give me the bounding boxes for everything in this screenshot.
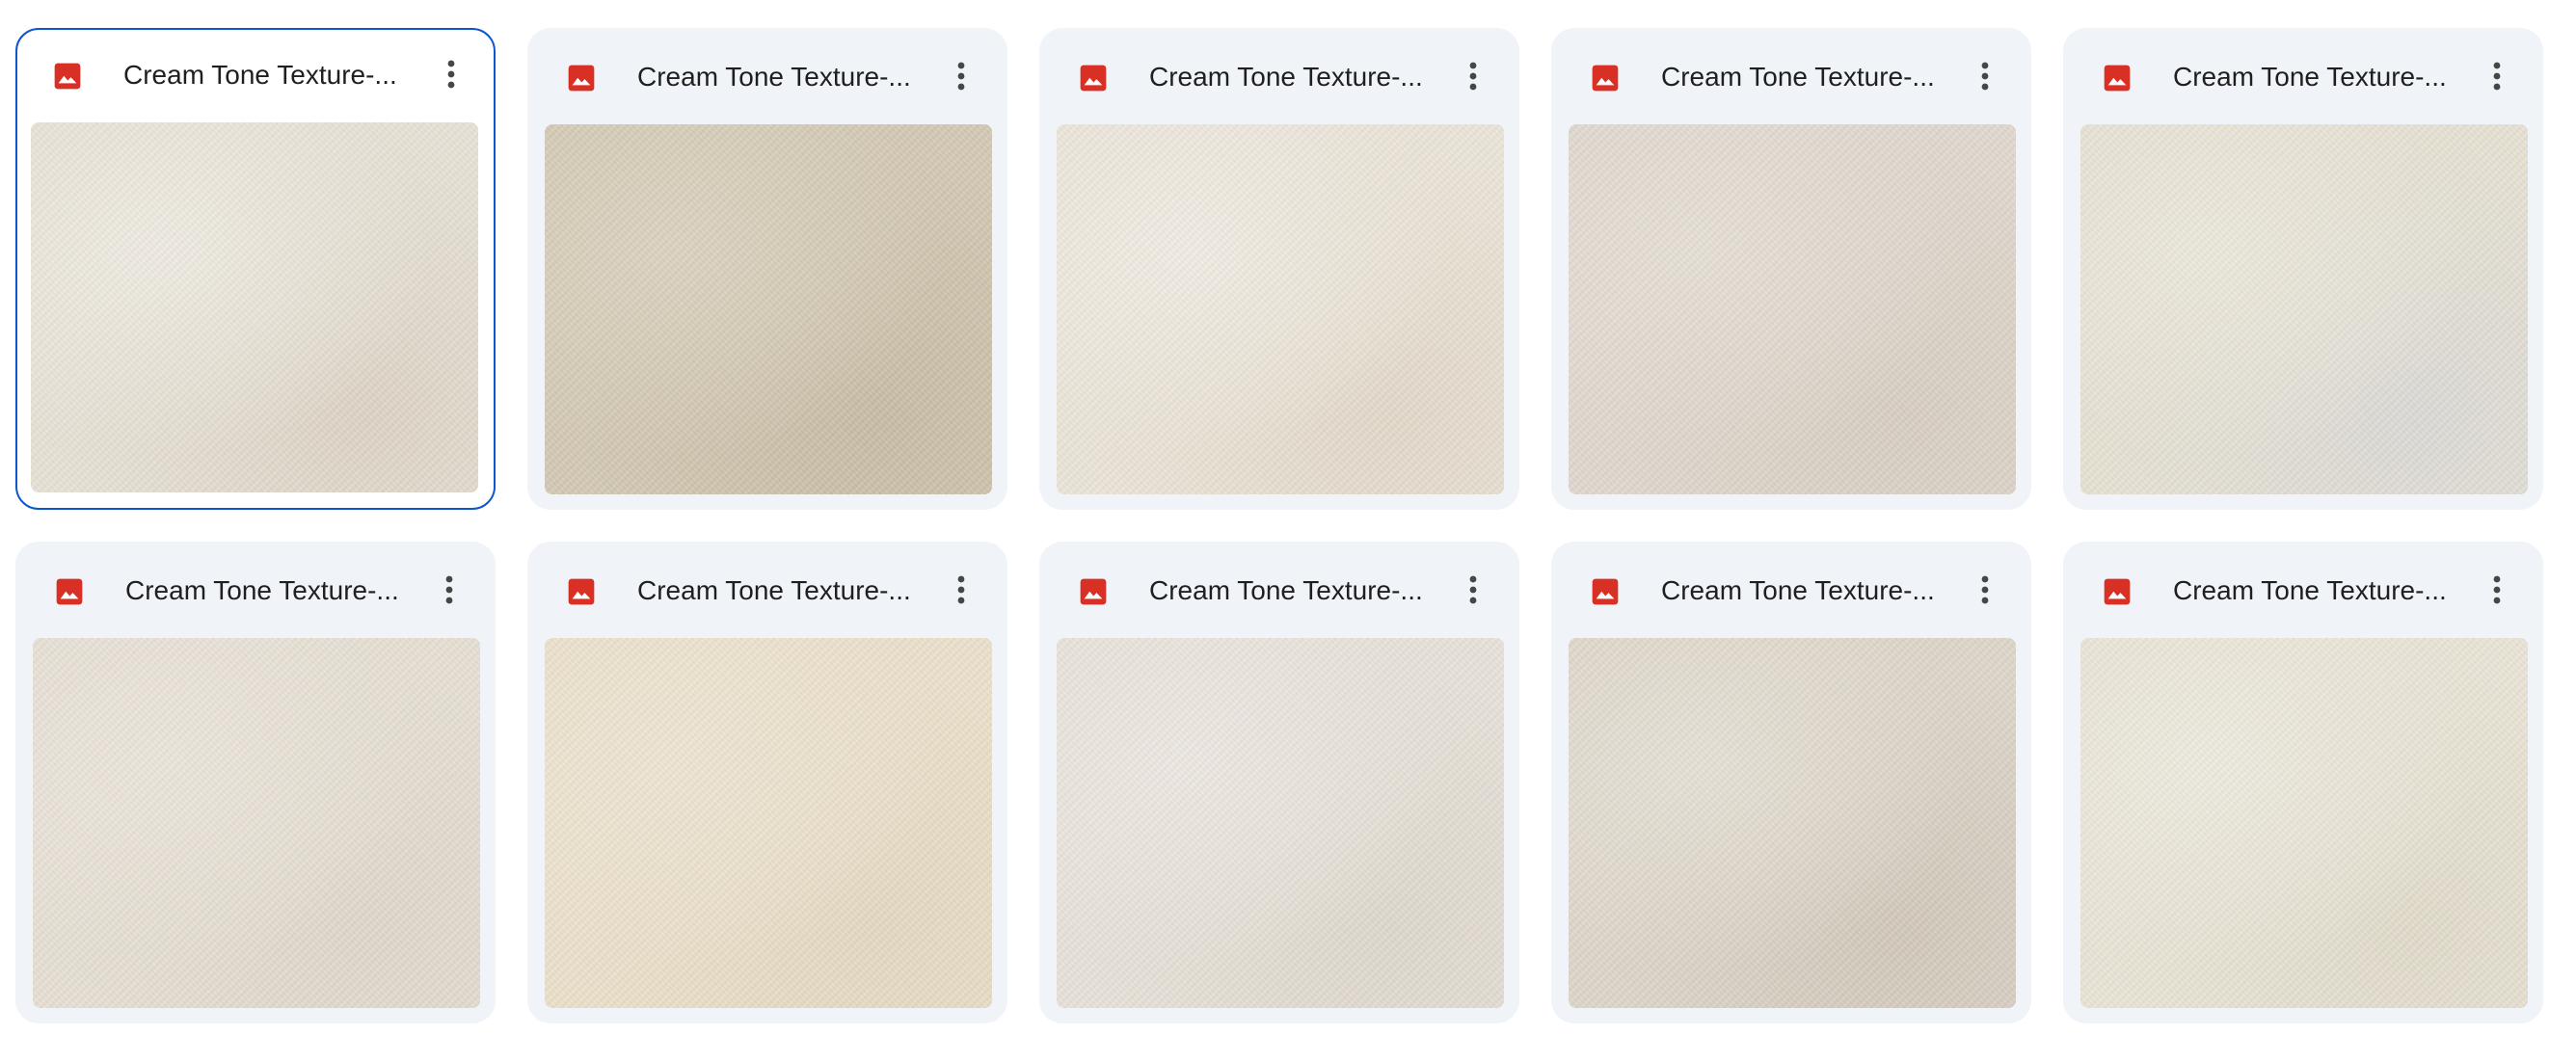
file-title[interactable]: Cream Tone Texture-...: [1661, 57, 1950, 97]
thumbnail-texture: [1569, 638, 2016, 1008]
more-vert-icon: [1981, 62, 1989, 91]
file-title[interactable]: Cream Tone Texture-...: [1149, 571, 1438, 611]
more-vert-icon: [1469, 62, 1477, 91]
file-thumbnail[interactable]: [1057, 638, 1504, 1008]
image-file-icon: [2102, 576, 2133, 607]
more-actions-button[interactable]: [2474, 567, 2520, 613]
file-thumbnail[interactable]: [2080, 638, 2528, 1008]
file-title[interactable]: Cream Tone Texture-...: [2173, 571, 2462, 611]
image-file-icon: [566, 63, 597, 93]
file-thumbnail[interactable]: [545, 638, 992, 1008]
thumbnail-texture: [1057, 124, 1504, 494]
file-title[interactable]: Cream Tone Texture-...: [637, 57, 926, 97]
more-vert-icon: [2493, 575, 2501, 604]
thumbnail-texture: [1569, 124, 2016, 494]
file-card-2[interactable]: Cream Tone Texture-...: [527, 28, 1007, 510]
thumbnail-texture: [2080, 124, 2528, 494]
image-file-icon: [54, 576, 85, 607]
more-actions-button[interactable]: [1450, 53, 1496, 99]
file-thumbnail[interactable]: [2080, 124, 2528, 494]
file-title[interactable]: Cream Tone Texture-...: [125, 571, 415, 611]
file-thumbnail[interactable]: [1569, 638, 2016, 1008]
image-file-icon: [566, 576, 597, 607]
image-file-icon: [1078, 576, 1109, 607]
thumbnail-texture: [1057, 638, 1504, 1008]
file-title[interactable]: Cream Tone Texture-...: [2173, 57, 2462, 97]
file-card-header: Cream Tone Texture-...: [2065, 30, 2541, 124]
file-title[interactable]: Cream Tone Texture-...: [1149, 57, 1438, 97]
file-card-header: Cream Tone Texture-...: [1553, 30, 2029, 124]
more-actions-button[interactable]: [1962, 567, 2008, 613]
more-actions-button[interactable]: [2474, 53, 2520, 99]
more-actions-button[interactable]: [938, 567, 984, 613]
file-card-header: Cream Tone Texture-...: [17, 30, 494, 124]
file-grid: Cream Tone Texture-... Cream Tone Textur…: [15, 28, 2543, 1023]
more-vert-icon: [957, 575, 965, 604]
thumbnail-texture: [545, 124, 992, 494]
image-file-icon: [52, 61, 83, 92]
file-thumbnail[interactable]: [33, 638, 480, 1008]
file-card-9[interactable]: Cream Tone Texture-...: [1551, 542, 2031, 1023]
file-card-header: Cream Tone Texture-...: [1041, 544, 1517, 638]
more-actions-button[interactable]: [1962, 53, 2008, 99]
more-actions-button[interactable]: [428, 51, 474, 97]
file-title[interactable]: Cream Tone Texture-...: [637, 571, 926, 611]
image-file-icon: [1590, 576, 1621, 607]
file-card-10[interactable]: Cream Tone Texture-...: [2063, 542, 2543, 1023]
more-vert-icon: [1981, 575, 1989, 604]
more-vert-icon: [447, 60, 455, 89]
more-vert-icon: [445, 575, 453, 604]
more-actions-button[interactable]: [938, 53, 984, 99]
thumbnail-texture: [2080, 638, 2528, 1008]
file-thumbnail[interactable]: [1569, 124, 2016, 494]
file-thumbnail[interactable]: [1057, 124, 1504, 494]
more-vert-icon: [2493, 62, 2501, 91]
thumbnail-texture: [33, 638, 480, 1008]
file-card-7[interactable]: Cream Tone Texture-...: [527, 542, 1007, 1023]
file-card-1[interactable]: Cream Tone Texture-...: [15, 28, 496, 510]
file-card-header: Cream Tone Texture-...: [529, 544, 1006, 638]
file-card-header: Cream Tone Texture-...: [17, 544, 494, 638]
file-card-4[interactable]: Cream Tone Texture-...: [1551, 28, 2031, 510]
file-title[interactable]: Cream Tone Texture-...: [123, 55, 413, 95]
file-card-header: Cream Tone Texture-...: [2065, 544, 2541, 638]
more-vert-icon: [957, 62, 965, 91]
file-card-header: Cream Tone Texture-...: [1041, 30, 1517, 124]
file-card-header: Cream Tone Texture-...: [1553, 544, 2029, 638]
file-thumbnail[interactable]: [545, 124, 992, 494]
file-thumbnail[interactable]: [31, 122, 478, 492]
file-card-header: Cream Tone Texture-...: [529, 30, 1006, 124]
image-file-icon: [1590, 63, 1621, 93]
image-file-icon: [1078, 63, 1109, 93]
file-card-5[interactable]: Cream Tone Texture-...: [2063, 28, 2543, 510]
file-card-8[interactable]: Cream Tone Texture-...: [1039, 542, 1519, 1023]
thumbnail-texture: [31, 122, 478, 492]
more-vert-icon: [1469, 575, 1477, 604]
file-title[interactable]: Cream Tone Texture-...: [1661, 571, 1950, 611]
file-card-6[interactable]: Cream Tone Texture-...: [15, 542, 496, 1023]
more-actions-button[interactable]: [426, 567, 472, 613]
more-actions-button[interactable]: [1450, 567, 1496, 613]
file-card-3[interactable]: Cream Tone Texture-...: [1039, 28, 1519, 510]
image-file-icon: [2102, 63, 2133, 93]
thumbnail-texture: [545, 638, 992, 1008]
